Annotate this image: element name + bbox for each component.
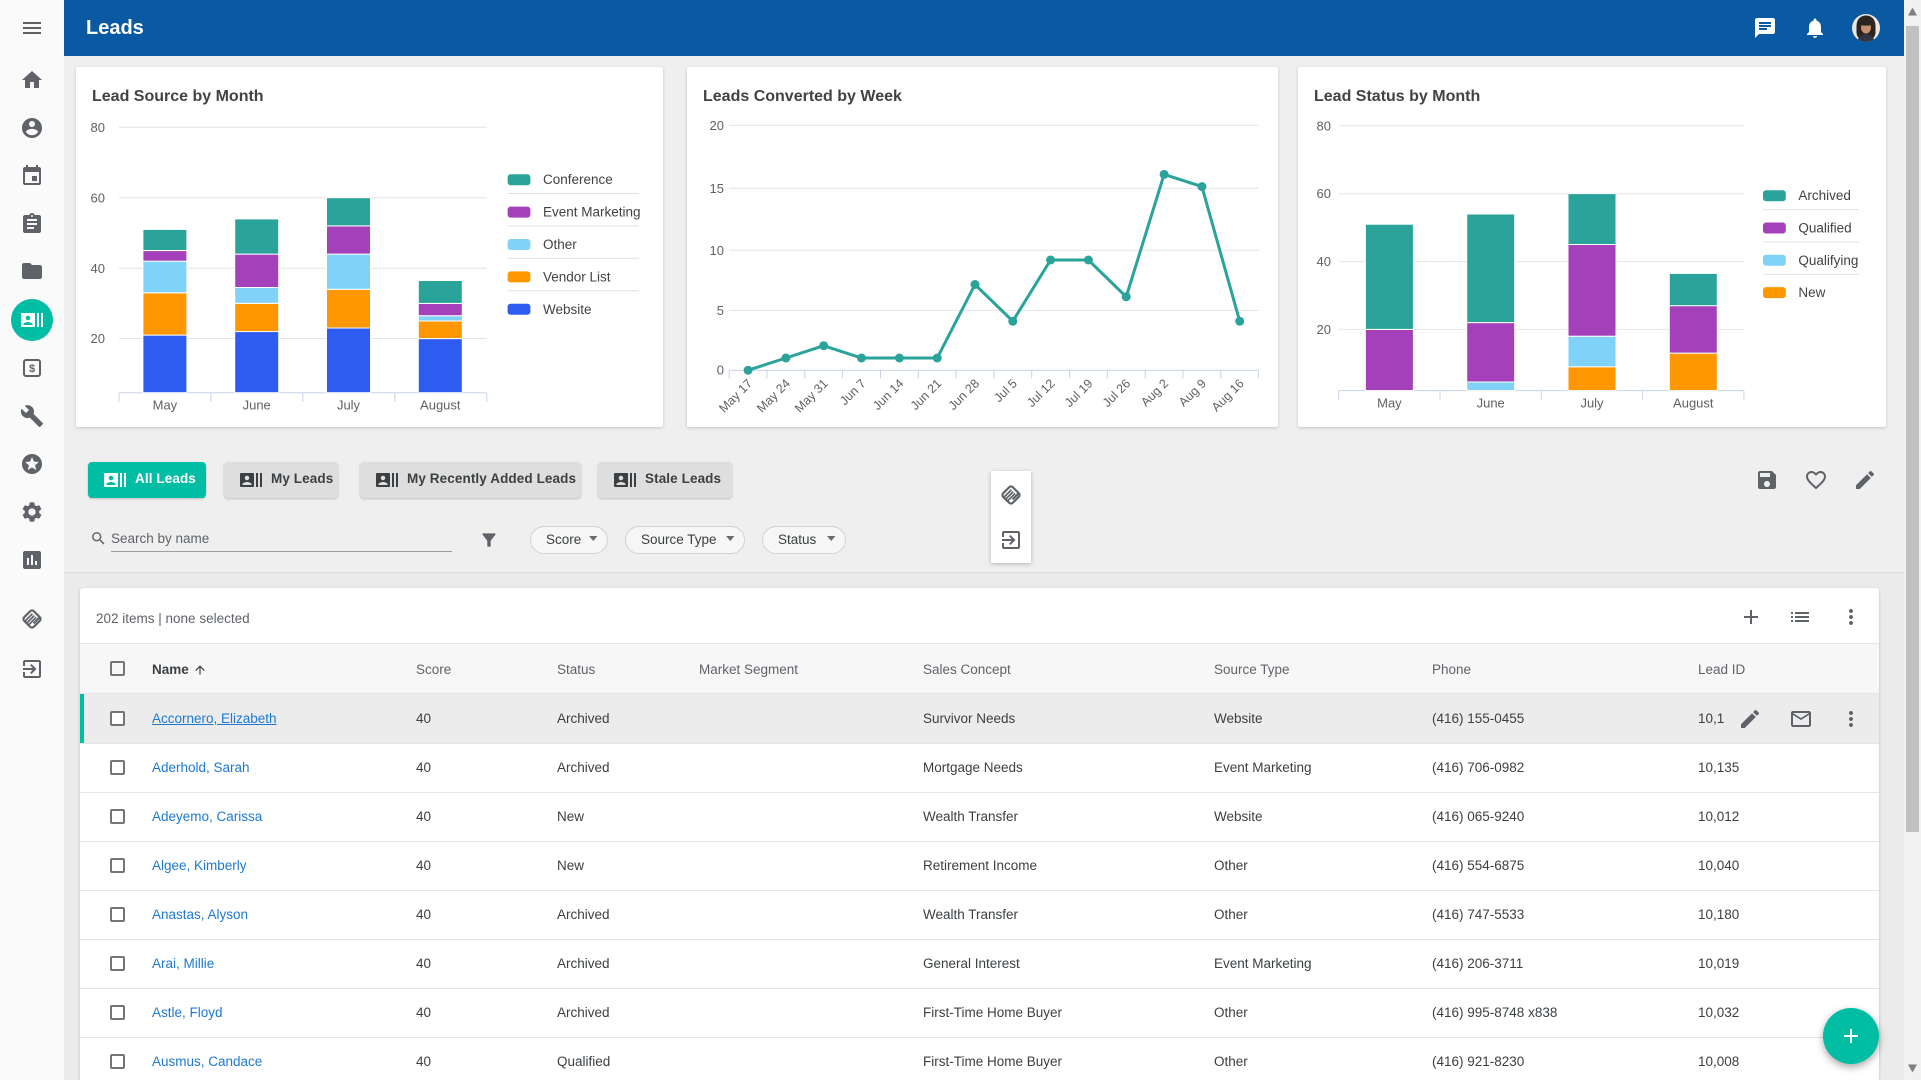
svg-text:10: 10 [710,243,724,258]
svg-text:Qualifying: Qualifying [1798,253,1858,268]
svg-text:Qualified: Qualified [1798,221,1851,236]
svg-text:Lead Status by Month: Lead Status by Month [1314,88,1480,105]
svg-text:80: 80 [91,120,105,135]
svg-text:60: 60 [91,190,105,205]
svg-text:June: June [1477,396,1505,411]
svg-text:15: 15 [710,181,724,196]
svg-text:20: 20 [91,331,105,346]
svg-text:May 31: May 31 [792,376,831,415]
svg-text:Jul 12: Jul 12 [1024,376,1058,410]
svg-text:Jun 21: Jun 21 [908,376,944,412]
svg-text:August: August [1673,396,1714,411]
svg-text:July: July [1580,396,1604,411]
svg-text:Archived: Archived [1798,188,1851,203]
svg-text:May: May [1377,396,1402,411]
svg-text:Jul 26: Jul 26 [1100,376,1134,410]
svg-text:Jun 28: Jun 28 [946,376,982,412]
svg-text:New: New [1798,285,1825,300]
svg-text:May 17: May 17 [716,376,755,415]
svg-text:Jul 5: Jul 5 [991,376,1020,405]
svg-text:Leads Converted by Week: Leads Converted by Week [703,88,902,105]
svg-text:40: 40 [91,261,105,276]
svg-text:40: 40 [1317,254,1331,269]
svg-text:60: 60 [1317,186,1331,201]
svg-text:0: 0 [717,363,724,378]
svg-text:5: 5 [717,303,724,318]
svg-text:Other: Other [543,237,577,252]
svg-text:June: June [243,398,271,413]
svg-text:Aug 2: Aug 2 [1138,376,1171,409]
svg-text:80: 80 [1317,118,1331,133]
svg-text:Jun 7: Jun 7 [837,376,869,408]
svg-text:20: 20 [710,118,724,133]
svg-text:Conference: Conference [543,172,613,187]
svg-text:$: $ [29,363,35,375]
svg-text:Aug 9: Aug 9 [1176,376,1209,409]
svg-text:August: August [420,398,461,413]
svg-text:May 24: May 24 [754,376,793,415]
svg-text:Vendor List: Vendor List [543,269,611,284]
svg-text:Lead Source by Month: Lead Source by Month [92,88,264,105]
svg-text:Event Marketing: Event Marketing [543,205,641,220]
svg-text:Jul 19: Jul 19 [1062,376,1096,410]
svg-text:Aug 16: Aug 16 [1209,376,1247,414]
svg-text:Jun 14: Jun 14 [870,376,906,412]
svg-text:20: 20 [1317,322,1331,337]
svg-text:Website: Website [543,302,592,317]
svg-text:July: July [337,398,361,413]
svg-text:May: May [153,398,178,413]
